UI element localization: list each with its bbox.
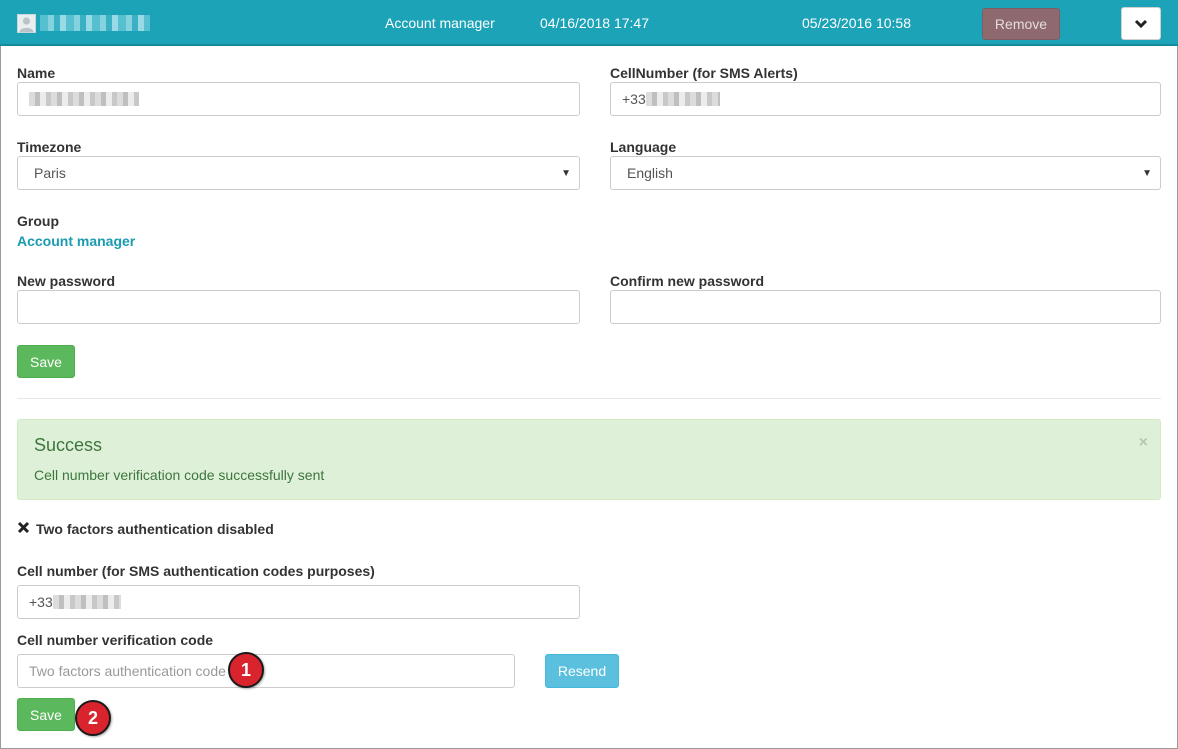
close-icon[interactable]: ×	[1139, 434, 1148, 452]
twofa-cell-prefix: +33	[29, 594, 53, 610]
save-twofa-button[interactable]: Save	[17, 698, 75, 731]
name-input[interactable]	[17, 82, 580, 116]
section-divider	[17, 398, 1161, 399]
user-avatar-icon	[17, 14, 36, 33]
user-name-redacted	[40, 15, 150, 31]
confirm-password-label: Confirm new password	[610, 273, 765, 289]
cell-number-redacted	[645, 92, 720, 106]
new-password-label: New password	[17, 273, 116, 289]
twofa-cell-redacted	[52, 595, 121, 609]
save-profile-button[interactable]: Save	[17, 345, 75, 378]
twofa-cell-label: Cell number (for SMS authentication code…	[17, 563, 375, 579]
verification-code-input[interactable]: Two factors authentication code	[17, 654, 515, 688]
alert-title: Success	[34, 435, 103, 455]
cell-number-label: CellNumber (for SMS Alerts)	[610, 65, 798, 81]
cross-icon	[17, 521, 30, 537]
success-alert: Success Cell number verification code su…	[17, 419, 1161, 500]
caret-down-icon: ▼	[561, 168, 571, 179]
verification-code-label: Cell number verification code	[17, 632, 214, 648]
timezone-select[interactable]: Paris ▼	[17, 156, 580, 190]
name-label: Name	[17, 65, 56, 81]
alert-message: Cell number verification code successful…	[34, 467, 325, 483]
cell-number-prefix: +33	[622, 91, 646, 107]
header-created-date: 05/23/2016 10:58	[802, 15, 911, 31]
caret-down-icon: ▼	[1142, 168, 1152, 179]
group-link[interactable]: Account manager	[17, 233, 135, 249]
language-value: English	[627, 165, 673, 181]
language-label: Language	[610, 139, 677, 155]
resend-button[interactable]: Resend	[545, 654, 619, 688]
confirm-password-input[interactable]	[610, 290, 1161, 324]
twofa-cell-input[interactable]: +33	[17, 585, 580, 619]
name-value-redacted	[29, 92, 139, 106]
user-header-bar: Account manager 04/16/2018 17:47 05/23/2…	[0, 0, 1178, 46]
chevron-down-icon	[1134, 16, 1148, 32]
cell-number-input[interactable]: +33	[610, 82, 1161, 116]
two-factor-status-text: Two factors authentication disabled	[36, 521, 274, 537]
timezone-label: Timezone	[17, 139, 82, 155]
language-select[interactable]: English ▼	[610, 156, 1161, 190]
remove-button[interactable]: Remove	[982, 8, 1060, 40]
new-password-input[interactable]	[17, 290, 580, 324]
group-label: Group	[17, 213, 59, 229]
collapse-toggle-button[interactable]	[1121, 7, 1161, 40]
header-last-login: 04/16/2018 17:47	[540, 15, 649, 31]
callout-badge-1: 1	[228, 652, 264, 688]
two-factor-status: Two factors authentication disabled	[17, 521, 274, 537]
callout-badge-2: 2	[75, 700, 111, 736]
header-group: Account manager	[385, 15, 495, 31]
timezone-value: Paris	[34, 165, 66, 181]
